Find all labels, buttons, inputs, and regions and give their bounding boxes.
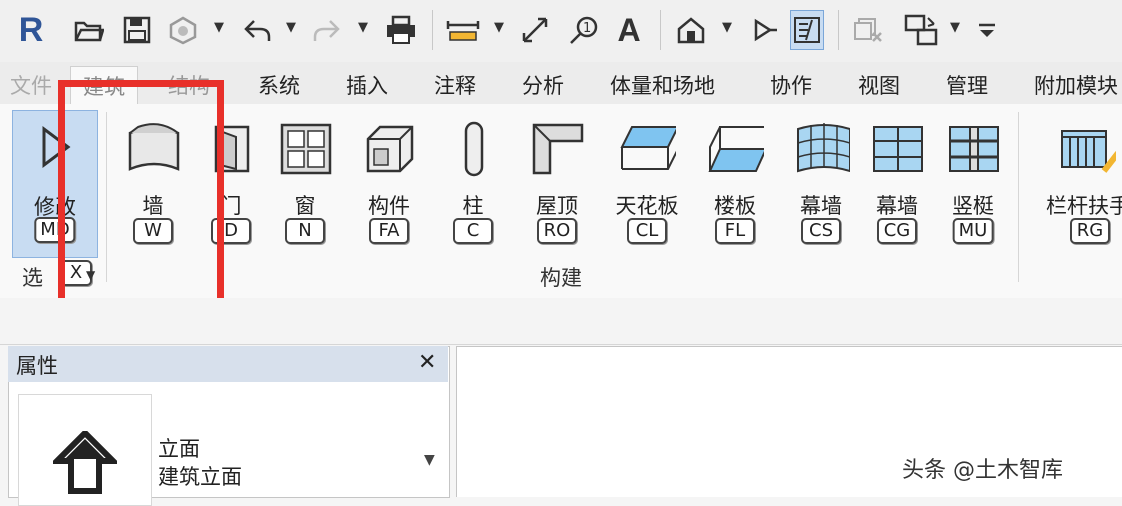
- 3d-view-icon[interactable]: [674, 10, 708, 50]
- redo-dropdown-icon[interactable]: ▼: [358, 20, 368, 35]
- tag-icon[interactable]: 1: [566, 10, 600, 50]
- roof-icon: [528, 116, 586, 182]
- toolbar-separator: [660, 10, 661, 50]
- build-panel-label: 构建: [540, 266, 582, 290]
- properties-title: 属性: [16, 354, 58, 378]
- toolbar-separator: [838, 10, 839, 50]
- mullion-icon: [944, 116, 1002, 182]
- sync-icon[interactable]: [166, 10, 200, 50]
- mullion-keytip: MU: [952, 218, 994, 244]
- tab-collaborate[interactable]: 协作: [770, 70, 812, 100]
- type-selector-dropdown-icon[interactable]: ▼: [424, 452, 435, 468]
- floor-label: 楼板: [714, 194, 756, 218]
- window-keytip: N: [285, 218, 325, 244]
- 3d-view-dropdown-icon[interactable]: ▼: [722, 20, 732, 35]
- customize-icon[interactable]: [970, 10, 1004, 50]
- ceiling-keytip: CL: [627, 218, 667, 244]
- text-icon[interactable]: A: [612, 10, 646, 50]
- floor-icon: [706, 116, 764, 182]
- highlight-box: [58, 80, 224, 326]
- mullion-button[interactable]: 竖梃 MU: [938, 106, 1008, 266]
- tab-manage[interactable]: 管理: [946, 70, 988, 100]
- sync-dropdown-icon[interactable]: ▼: [214, 20, 224, 35]
- tab-addins[interactable]: 附加模块: [1034, 70, 1118, 100]
- curtain-grid-icon: [868, 116, 926, 182]
- measure-icon[interactable]: [446, 10, 480, 50]
- close-hidden-icon[interactable]: [852, 10, 886, 50]
- curtain-system-icon: [792, 116, 850, 182]
- measure-dropdown-icon[interactable]: ▼: [494, 20, 504, 35]
- floor-keytip: FL: [715, 218, 755, 244]
- window-icon: [276, 116, 334, 182]
- svg-text:1: 1: [583, 21, 591, 36]
- toolbar-separator: [432, 10, 433, 50]
- curtain-system-label: 幕墙: [800, 194, 842, 218]
- roof-keytip: RO: [537, 218, 577, 244]
- mullion-label: 竖梃: [952, 194, 994, 218]
- tab-massing[interactable]: 体量和场地: [610, 70, 715, 100]
- undo-dropdown-icon[interactable]: ▼: [286, 20, 296, 35]
- column-button[interactable]: 柱 C: [438, 106, 508, 266]
- tab-annotate[interactable]: 注释: [434, 70, 476, 100]
- options-bar: [0, 298, 1122, 345]
- roof-label: 屋顶: [536, 194, 578, 218]
- switch-windows-icon[interactable]: [904, 10, 938, 50]
- component-label: 构件: [368, 194, 410, 218]
- railing-button[interactable]: 栏杆扶手 RG: [1046, 106, 1122, 266]
- ceiling-icon: [618, 116, 676, 182]
- watermark-text: 头条 @土木智库: [902, 458, 1063, 483]
- column-label: 柱: [462, 194, 484, 218]
- type-selector-thumbnail[interactable]: [18, 394, 152, 506]
- tab-view[interactable]: 视图: [858, 70, 900, 100]
- tab-analyze[interactable]: 分析: [522, 70, 564, 100]
- revit-logo-icon[interactable]: R: [14, 10, 48, 50]
- properties-close-button[interactable]: ✕: [418, 350, 436, 375]
- redo-icon[interactable]: [310, 10, 344, 50]
- print-icon[interactable]: [384, 10, 418, 50]
- column-keytip: C: [453, 218, 493, 244]
- railing-label: 栏杆扶手: [1046, 194, 1122, 218]
- text-glyph: A: [617, 11, 641, 48]
- tab-insert[interactable]: 插入: [346, 70, 388, 100]
- curtain-grid-label: 幕墙: [876, 194, 918, 218]
- curtain-system-keytip: CS: [801, 218, 841, 244]
- curtain-system-button[interactable]: 幕墙 CS: [786, 106, 856, 266]
- ceiling-label: 天花板: [615, 194, 679, 218]
- undo-icon[interactable]: [240, 10, 274, 50]
- window-button[interactable]: 窗 N: [270, 106, 340, 266]
- railing-keytip: RG: [1070, 218, 1110, 244]
- align-dimension-icon[interactable]: [518, 10, 552, 50]
- curtain-grid-button[interactable]: 幕墙 CG: [862, 106, 932, 266]
- tab-systems[interactable]: 系统: [258, 70, 300, 100]
- ceiling-button[interactable]: 天花板 CL: [612, 106, 682, 266]
- switch-windows-dropdown-icon[interactable]: ▼: [950, 20, 960, 35]
- railing-icon: [1058, 116, 1116, 182]
- revit-logo-text: R: [18, 10, 44, 49]
- type-selector-type: 建筑立面: [158, 465, 242, 489]
- quick-access-toolbar: R ▼ ▼ ▼ ▼ 1 A ▼ ▼: [0, 0, 1122, 62]
- roof-button[interactable]: 屋顶 RO: [522, 106, 592, 266]
- select-label[interactable]: 选: [22, 262, 43, 292]
- component-button[interactable]: 构件 FA: [354, 106, 424, 266]
- section-icon[interactable]: [746, 10, 780, 50]
- properties-header: [8, 346, 448, 382]
- curtain-grid-keytip: CG: [877, 218, 917, 244]
- thin-lines-icon[interactable]: [790, 10, 824, 50]
- tab-file[interactable]: 文件: [10, 70, 52, 100]
- component-keytip: FA: [369, 218, 409, 244]
- component-icon: [360, 116, 418, 182]
- panel-separator: [1018, 112, 1019, 282]
- window-label: 窗: [294, 194, 316, 218]
- elevation-icon: [49, 428, 121, 499]
- save-icon[interactable]: [120, 10, 154, 50]
- column-icon: [444, 116, 502, 182]
- type-selector-family: 立面: [158, 437, 200, 461]
- floor-button[interactable]: 楼板 FL: [700, 106, 770, 266]
- open-icon[interactable]: [72, 10, 106, 50]
